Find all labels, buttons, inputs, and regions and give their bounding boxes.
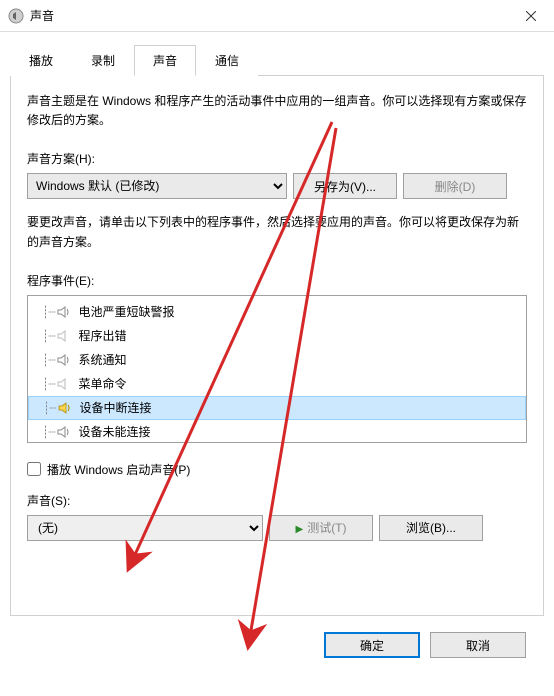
- speaker-icon: [57, 401, 73, 415]
- list-item[interactable]: ┊┈ 电池严重短缺警报: [28, 300, 526, 324]
- tree-line-icon: ┊┈: [42, 353, 54, 367]
- list-item-label: 菜单命令: [78, 375, 126, 392]
- tree-line-icon: ┊┈: [42, 305, 54, 319]
- sound-label: 声音(S):: [27, 492, 527, 509]
- startup-sound-checkbox[interactable]: [27, 462, 41, 476]
- delete-scheme-button[interactable]: 删除(D): [403, 173, 507, 199]
- play-icon: ▶: [295, 524, 303, 535]
- tab-recording[interactable]: 录制: [72, 45, 134, 76]
- tab-playback[interactable]: 播放: [10, 45, 72, 76]
- speaker-icon: [56, 377, 72, 391]
- save-as-button[interactable]: 另存为(V)...: [293, 173, 397, 199]
- titlebar: 声音: [0, 0, 554, 32]
- window-title: 声音: [30, 7, 508, 24]
- tab-sounds[interactable]: 声音: [134, 45, 196, 76]
- list-item-label: 设备未能连接: [78, 423, 150, 440]
- list-item[interactable]: ┊┈ 程序出错: [28, 324, 526, 348]
- change-hint: 要更改声音，请单击以下列表中的程序事件，然后选择要应用的声音。你可以将更改保存为…: [27, 213, 527, 251]
- tab-communications[interactable]: 通信: [196, 45, 258, 76]
- events-label: 程序事件(E):: [27, 272, 527, 289]
- list-item[interactable]: ┊┈ 菜单命令: [28, 372, 526, 396]
- speaker-icon: [56, 305, 72, 319]
- tree-line-icon: ┊┈: [42, 425, 54, 439]
- sound-app-icon: [8, 8, 24, 24]
- startup-sound-checkbox-row[interactable]: 播放 Windows 启动声音(P): [27, 461, 527, 478]
- speaker-icon: [56, 353, 72, 367]
- cancel-button[interactable]: 取消: [430, 632, 526, 658]
- tree-line-icon: ┊┈: [43, 401, 55, 415]
- list-item-label: 电池严重短缺警报: [78, 303, 174, 320]
- intro-text: 声音主题是在 Windows 和程序产生的活动事件中应用的一组声音。你可以选择现…: [27, 92, 527, 130]
- startup-sound-label: 播放 Windows 启动声音(P): [47, 461, 190, 478]
- scheme-select[interactable]: Windows 默认 (已修改): [27, 173, 287, 199]
- list-item[interactable]: ┊┈ 设备未能连接: [28, 420, 526, 443]
- list-item[interactable]: ┊┈ 系统通知: [28, 348, 526, 372]
- list-item-label: 系统通知: [78, 351, 126, 368]
- sounds-panel: 声音主题是在 Windows 和程序产生的活动事件中应用的一组声音。你可以选择现…: [10, 76, 544, 616]
- list-item-label: 设备中断连接: [79, 399, 151, 416]
- speaker-icon: [56, 329, 72, 343]
- scheme-label: 声音方案(H):: [27, 150, 527, 167]
- dialog-buttons: 确定 取消: [10, 616, 544, 666]
- test-button[interactable]: ▶测试(T): [269, 515, 373, 541]
- sound-select[interactable]: (无): [27, 515, 263, 541]
- browse-button[interactable]: 浏览(B)...: [379, 515, 483, 541]
- list-item-label: 程序出错: [78, 327, 126, 344]
- list-item[interactable]: ┊┈ 设备中断连接: [28, 396, 526, 420]
- speaker-icon: [56, 425, 72, 439]
- close-button[interactable]: [508, 0, 554, 32]
- event-list[interactable]: ┊┈ 电池严重短缺警报 ┊┈ 程序出错 ┊┈ 系统通知 ┊┈ 菜单命令 ┊┈ 设备中断连接 ┊┈ 设备…: [27, 295, 527, 443]
- ok-button[interactable]: 确定: [324, 632, 420, 658]
- tree-line-icon: ┊┈: [42, 329, 54, 343]
- tree-line-icon: ┊┈: [42, 377, 54, 391]
- tabs: 播放 录制 声音 通信: [10, 44, 544, 76]
